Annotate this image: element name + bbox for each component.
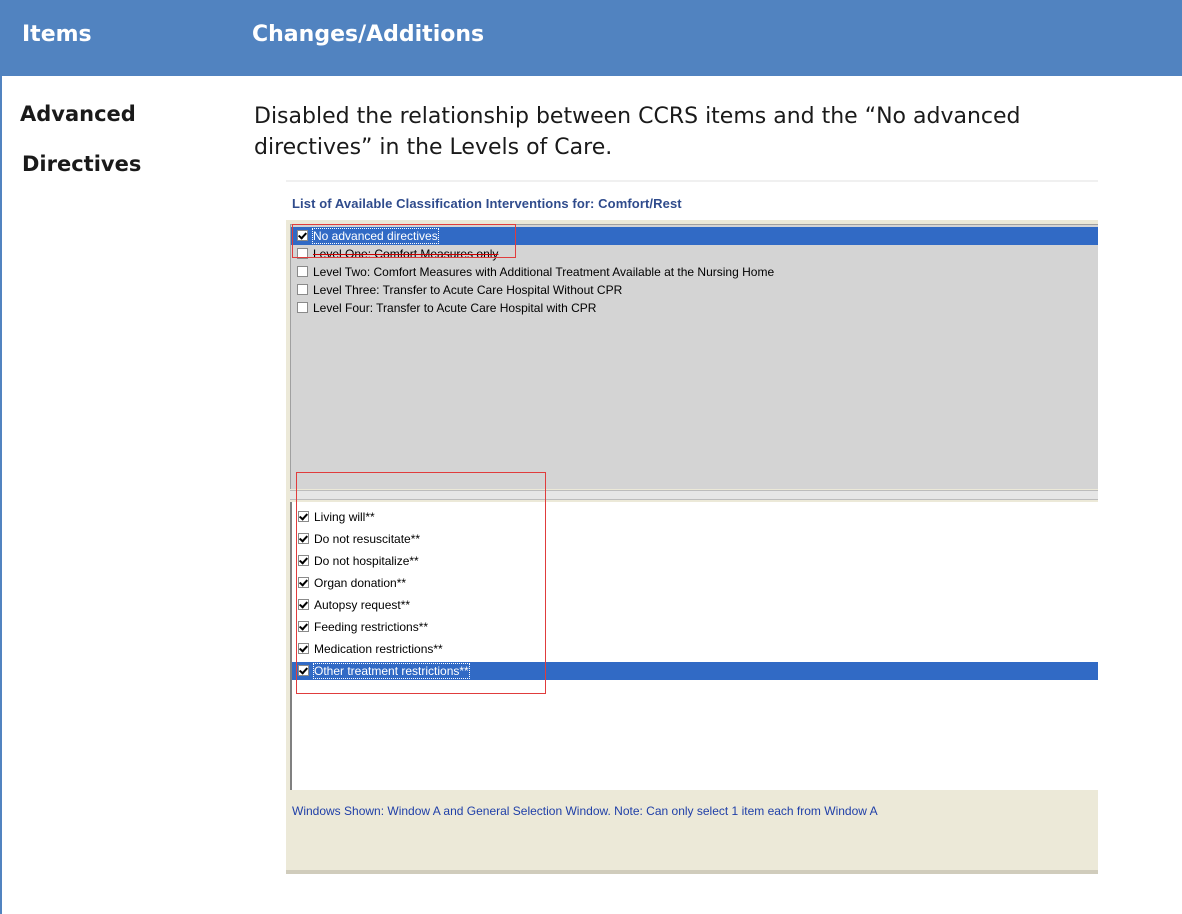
- item-name-line2: Directives: [22, 152, 142, 176]
- window-title: List of Available Classification Interve…: [292, 196, 682, 211]
- highlight-box-window-a: [292, 224, 516, 258]
- window-a-list[interactable]: No advanced directives Level One: Comfor…: [290, 224, 1098, 489]
- window-title-bar: List of Available Classification Interve…: [286, 180, 1098, 220]
- highlight-box-general-items: [296, 472, 546, 694]
- list-item[interactable]: Level Four: Transfer to Acute Care Hospi…: [291, 299, 1098, 317]
- item-name-line1: Advanced: [20, 102, 136, 126]
- checkbox[interactable]: [297, 302, 308, 313]
- list-item-label: Level Two: Comfort Measures with Additio…: [313, 265, 775, 279]
- window-bottom-edge: [286, 870, 1098, 874]
- changes-column-header: Changes/Additions: [252, 22, 485, 47]
- status-text: Windows Shown: Window A and General Sele…: [292, 804, 878, 818]
- list-item-label: Level Four: Transfer to Acute Care Hospi…: [313, 301, 597, 315]
- table-left-border: [0, 76, 2, 914]
- interventions-window-screenshot: List of Available Classification Interve…: [286, 180, 1098, 874]
- list-item-label: Level Three: Transfer to Acute Care Hosp…: [313, 283, 623, 297]
- list-item[interactable]: Level Two: Comfort Measures with Additio…: [291, 263, 1098, 281]
- change-description: Disabled the relationship between CCRS i…: [254, 104, 1021, 160]
- checkbox[interactable]: [297, 266, 308, 277]
- status-bar: Windows Shown: Window A and General Sele…: [286, 792, 1098, 874]
- list-item[interactable]: Level Three: Transfer to Acute Care Hosp…: [291, 281, 1098, 299]
- table-header: Items Changes/Additions: [0, 0, 1182, 76]
- items-column-header: Items: [22, 22, 92, 47]
- checkbox[interactable]: [297, 284, 308, 295]
